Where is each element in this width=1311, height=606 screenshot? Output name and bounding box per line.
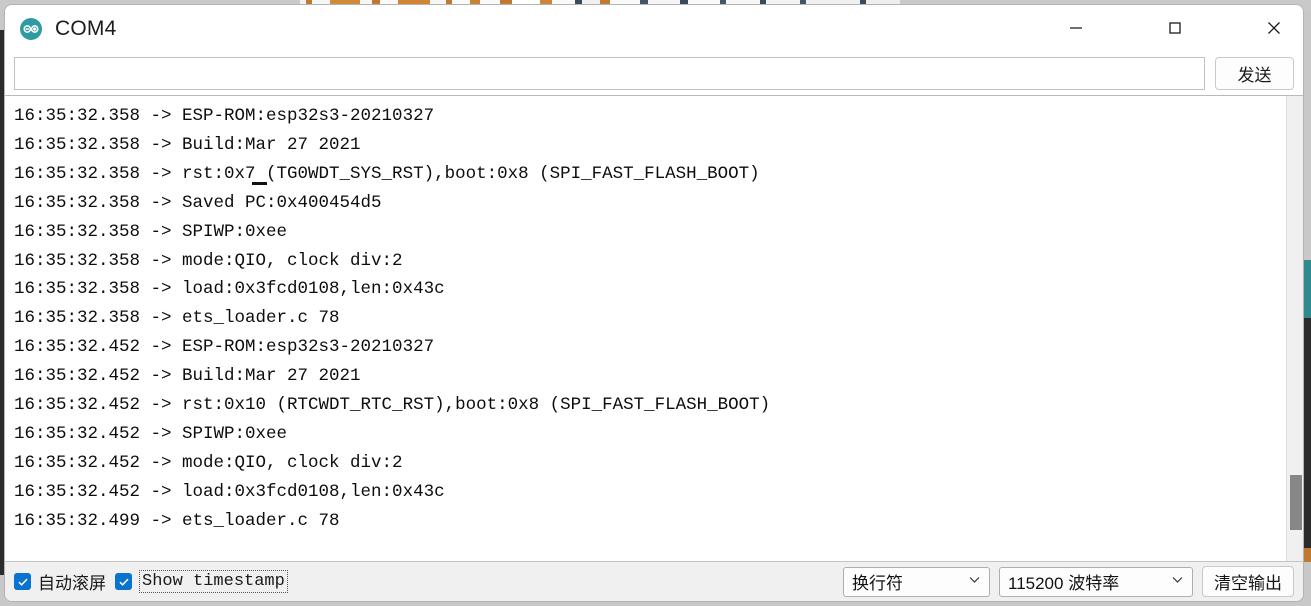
- chevron-down-icon: [1171, 573, 1184, 591]
- status-bar: 自动滚屏 Show timestamp 换行符 115200 波特率 清空输出: [5, 561, 1303, 601]
- send-button[interactable]: 发送: [1215, 57, 1294, 90]
- newline-dropdown[interactable]: 换行符: [843, 566, 990, 597]
- autoscroll-label: 自动滚屏: [38, 574, 106, 593]
- terminal-scrollbar[interactable]: [1286, 96, 1303, 561]
- minimize-button[interactable]: [1053, 13, 1099, 43]
- serial-monitor-window: COM4 发送 16:35:32.358 -> ESP-ROM:esp32s3-…: [4, 4, 1304, 602]
- baud-selected-value: 115200 波特率: [1008, 574, 1120, 593]
- terminal-output[interactable]: 16:35:32.358 -> ESP-ROM:esp32s3-20210327…: [5, 96, 1286, 561]
- send-input[interactable]: [14, 57, 1205, 90]
- window-controls: [1053, 13, 1297, 43]
- window-title: COM4: [55, 16, 117, 40]
- baud-rate-dropdown[interactable]: 115200 波特率: [999, 566, 1193, 597]
- maximize-button[interactable]: [1152, 13, 1198, 43]
- close-button[interactable]: [1251, 13, 1297, 43]
- terminal-area: 16:35:32.358 -> ESP-ROM:esp32s3-20210327…: [5, 95, 1303, 561]
- clear-output-button[interactable]: 清空输出: [1202, 566, 1294, 597]
- checkmark-icon: [115, 573, 132, 590]
- show-timestamp-label: Show timestamp: [139, 570, 288, 593]
- title-bar: COM4: [5, 5, 1303, 52]
- send-row: 发送: [5, 52, 1303, 95]
- arduino-infinity-icon: [19, 17, 43, 41]
- newline-selected-value: 换行符: [852, 574, 903, 593]
- text-caret: [252, 182, 267, 185]
- checkmark-icon: [14, 573, 31, 590]
- show-timestamp-checkbox[interactable]: Show timestamp: [115, 570, 288, 593]
- chevron-down-icon: [968, 573, 981, 591]
- scrollbar-thumb[interactable]: [1290, 475, 1302, 530]
- autoscroll-checkbox[interactable]: 自动滚屏: [14, 569, 106, 594]
